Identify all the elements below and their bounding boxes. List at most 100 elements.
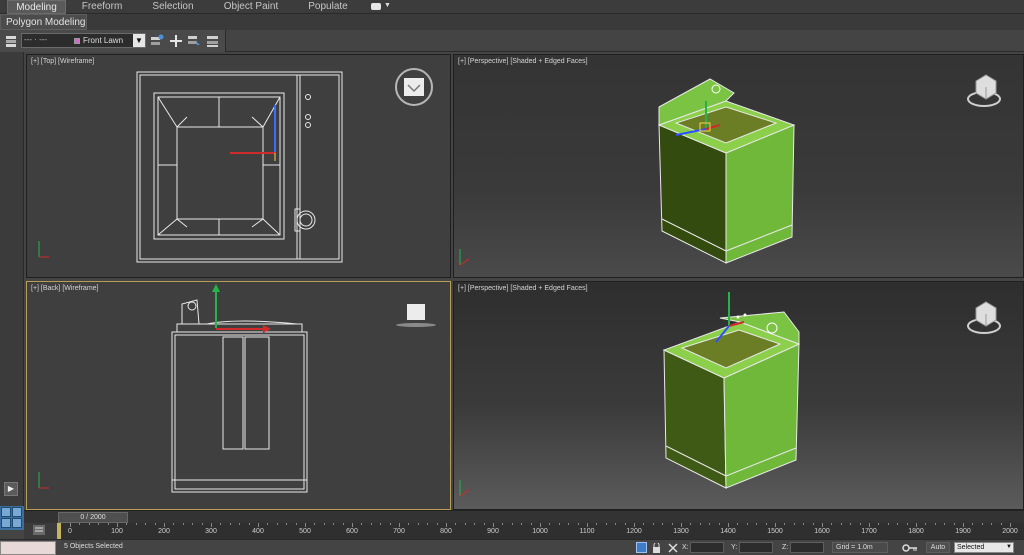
viewport-label-top[interactable]: [+] [Top] [Wireframe] — [31, 58, 94, 65]
trackbar-minor-tick — [79, 523, 81, 525]
trackbar-minor-tick — [145, 523, 147, 525]
create-layer-icon[interactable] — [150, 34, 164, 48]
z-coordinate-field[interactable] — [790, 542, 824, 553]
add-to-layer-icon[interactable] — [169, 34, 183, 48]
sub-tab-polygon-modeling[interactable]: Polygon Modeling — [0, 14, 87, 30]
trackbar-minor-tick — [737, 523, 739, 525]
trackbar-minor-tick — [643, 523, 645, 525]
key-filter-dropdown[interactable]: Selected ▼ — [954, 542, 1014, 553]
trackbar-minor-tick — [455, 523, 457, 525]
time-slider[interactable]: 0 / 2000 — [58, 512, 128, 523]
y-label: Y: — [731, 544, 738, 551]
viewport-perspective-1[interactable]: [+] [Perspective] [Shaded + Edged Faces] — [453, 54, 1024, 278]
trackbar-minor-tick — [239, 523, 241, 525]
trackbar-tick — [587, 523, 588, 527]
trackbar-tick — [963, 523, 964, 527]
trackbar-tick-label: 0 — [68, 528, 72, 535]
trackbar-tick-label: 1700 — [861, 528, 877, 535]
time-cursor[interactable] — [57, 523, 61, 539]
trackbar-minor-tick — [502, 523, 504, 525]
lock-icon[interactable] — [652, 543, 661, 553]
key-icon[interactable] — [902, 543, 918, 553]
trackbar-tick — [399, 523, 400, 527]
layer-explorer-icon[interactable] — [4, 34, 18, 48]
trackbar-minor-tick — [596, 523, 598, 525]
trackbar-minor-tick — [521, 523, 523, 525]
chevron-down-icon: ▼ — [384, 2, 391, 9]
trackbar-tick — [1010, 523, 1011, 527]
ribbon-options-button[interactable]: ▼ — [371, 2, 391, 12]
tab-object-paint[interactable]: Object Paint — [218, 0, 284, 14]
x-coordinate-field[interactable] — [690, 542, 724, 553]
trackbar-minor-tick — [925, 523, 927, 525]
trackbar-strip[interactable]: 0 100 200 300 400 500 600 700 800 900 1000 1100 1200… — [60, 523, 1024, 539]
trackbar-tick-label: 1800 — [908, 528, 924, 535]
select-layer-objects-icon[interactable] — [187, 34, 201, 48]
selection-status: 5 Objects Selected — [64, 543, 123, 550]
trackbar-minor-tick — [624, 523, 626, 525]
y-coordinate-field[interactable] — [739, 542, 773, 553]
tab-freeform[interactable]: Freeform — [72, 0, 132, 14]
tab-populate[interactable]: Populate — [298, 0, 358, 14]
viewport-label-back[interactable]: [+] [Back] [Wireframe] — [31, 285, 99, 292]
trackbar-minor-tick — [192, 523, 194, 525]
tab-selection[interactable]: Selection — [143, 0, 203, 14]
viewport-label-perspective-1[interactable]: [+] [Perspective] [Shaded + Edged Faces] — [458, 58, 588, 65]
back-wireframe — [38, 284, 436, 493]
viewport-back[interactable]: [+] [Back] [Wireframe] — [26, 281, 451, 510]
tab-modeling[interactable]: Modeling — [7, 0, 66, 14]
status-bar: 5 Objects Selected X: Y: Z: Grid = 1.0m … — [0, 539, 1024, 555]
trackbar-minor-tick — [906, 523, 908, 525]
trackbar-minor-tick — [746, 523, 748, 525]
chevron-down-icon[interactable]: ▼ — [133, 34, 145, 47]
trackbar-minor-tick — [605, 523, 607, 525]
time-slider-bar[interactable]: 0 / 2000 — [24, 510, 1024, 523]
play-icon[interactable]: ▶ — [4, 482, 18, 496]
trackbar[interactable]: 0 100 200 300 400 500 600 700 800 900 1000 1100 1200… — [24, 523, 1024, 539]
viewport-top[interactable]: [+] [Top] [Wireframe] — [26, 54, 451, 278]
auto-key-button[interactable]: Auto — [926, 542, 950, 553]
trackbar-minor-tick — [558, 523, 560, 525]
trackbar-minor-tick — [333, 523, 335, 525]
viewport-label-perspective-2[interactable]: [+] [Perspective] [Shaded + Edged Faces] — [458, 285, 588, 292]
trackbar-minor-tick — [126, 523, 128, 525]
trackbar-minor-tick — [295, 523, 297, 525]
viewport-layout-button[interactable] — [0, 506, 24, 530]
trackbar-tick-label: 1200 — [626, 528, 642, 535]
trackbar-minor-tick — [840, 523, 842, 525]
trackbar-tick-label: 900 — [487, 528, 499, 535]
selection-lock-icon[interactable] — [636, 542, 647, 553]
trackbar-tick-label: 700 — [393, 528, 405, 535]
trackbar-minor-tick — [765, 523, 767, 525]
trackbar-tick — [117, 523, 118, 527]
trackbar-minor-tick — [380, 523, 382, 525]
transform-mode-icon[interactable] — [668, 543, 678, 553]
curve-editor-icon[interactable] — [33, 525, 45, 535]
trackbar-minor-tick — [652, 523, 654, 525]
trackbar-minor-tick — [615, 523, 617, 525]
trackbar-minor-tick — [314, 523, 316, 525]
trackbar-minor-tick — [850, 523, 852, 525]
trackbar-tick — [258, 523, 259, 527]
trackbar-tick — [728, 523, 729, 527]
trackbar-minor-tick — [173, 523, 175, 525]
trackbar-minor-tick — [577, 523, 579, 525]
trackbar-tick — [775, 523, 776, 527]
trackbar-tick — [446, 523, 447, 527]
set-current-layer-icon[interactable] — [206, 34, 220, 48]
trackbar-tick-label: 1100 — [579, 528, 595, 535]
grid-size: Grid = 1.0m — [832, 542, 888, 553]
trackbar-minor-tick — [201, 523, 203, 525]
trackbar-minor-tick — [511, 523, 513, 525]
trackbar-minor-tick — [859, 523, 861, 525]
trackbar-minor-tick — [878, 523, 880, 525]
maxscript-listener[interactable] — [0, 541, 56, 555]
trackbar-minor-tick — [831, 523, 833, 525]
layer-visibility-icons: --- · --- — [24, 35, 48, 44]
viewport-perspective-2[interactable]: [+] [Perspective] [Shaded + Edged Faces] — [453, 281, 1024, 510]
trackbar-minor-tick — [323, 523, 325, 525]
trackbar-minor-tick — [793, 523, 795, 525]
trackbar-minor-tick — [812, 523, 814, 525]
layer-dropdown[interactable]: --- · --- Front Lawn ▼ — [21, 33, 146, 48]
trackbar-minor-tick — [276, 523, 278, 525]
